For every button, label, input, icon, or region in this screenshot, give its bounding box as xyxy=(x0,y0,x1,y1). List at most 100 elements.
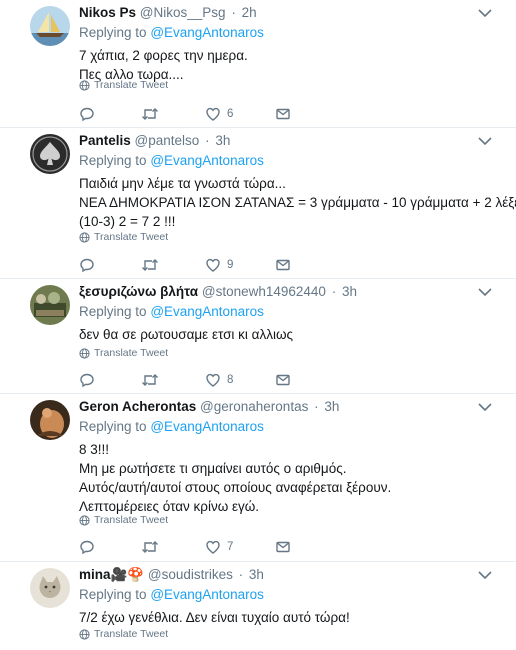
tweet-text: Παιδιά μην λέμε τα γνωστά τώρα... ΝΕΑ ΔΗΜ… xyxy=(79,174,516,231)
reply-button[interactable] xyxy=(79,257,95,273)
avatar[interactable] xyxy=(30,400,70,440)
message-button[interactable] xyxy=(275,257,291,273)
timestamp[interactable]: 3h xyxy=(215,133,230,148)
tweet-actions: 9 xyxy=(79,257,319,275)
like-button[interactable]: 9 xyxy=(205,257,233,273)
retweet-button[interactable] xyxy=(141,372,159,388)
tweet-text-line: Αυτός/αυτή/αυτοί στους οποίους αναφέρετα… xyxy=(79,480,392,495)
user-name[interactable]: Pantelis xyxy=(79,133,131,148)
user-name[interactable]: Nikos Ps xyxy=(79,5,136,20)
translate-label: Translate Tweet xyxy=(94,79,169,91)
tweet-text-line: ΝΕΑ ΔΗΜΟΚΡΑΤΙΑ ΙΣΟΝ ΣΑΤΑΝΑΣ = 3 γράμματα… xyxy=(79,195,516,210)
translate-tweet-link[interactable]: Translate Tweet xyxy=(79,628,168,640)
replying-to: Replying to @EvangAntonaros xyxy=(79,587,264,602)
globe-icon xyxy=(79,231,90,243)
user-handle[interactable]: @Nikos__Psg xyxy=(140,5,226,20)
replying-to-label: Replying to xyxy=(79,304,147,319)
tweet[interactable]: ξεσυριζώνω βλήτα @stonewh14962440 · 3h R… xyxy=(0,279,516,394)
user-handle[interactable]: @pantelso xyxy=(135,133,200,148)
tweet-feed: Nikos Ps @Nikos__Psg · 2h Replying to @E… xyxy=(0,0,516,650)
user-name[interactable]: ξεσυριζώνω βλήτα xyxy=(79,284,198,299)
replying-to-label: Replying to xyxy=(79,25,147,40)
envelope-icon xyxy=(276,541,290,553)
reply-button[interactable] xyxy=(79,106,95,122)
separator-dot: · xyxy=(314,399,319,414)
translate-tweet-link[interactable]: Translate Tweet xyxy=(79,79,168,91)
replying-to: Replying to @EvangAntonaros xyxy=(79,419,264,434)
like-button[interactable]: 8 xyxy=(205,372,233,388)
reply-mention-link[interactable]: @EvangAntonaros xyxy=(150,587,264,602)
tweet-text-line: Μη με ρωτήσετε τι σημαίνει αυτός ο αριθμ… xyxy=(79,461,347,476)
avatar[interactable] xyxy=(30,285,70,325)
translate-label: Translate Tweet xyxy=(94,628,169,640)
like-button[interactable]: 6 xyxy=(205,106,233,122)
reply-icon xyxy=(80,540,94,555)
reply-mention-link[interactable]: @EvangAntonaros xyxy=(150,25,264,40)
translate-tweet-link[interactable]: Translate Tweet xyxy=(79,231,168,243)
retweet-button[interactable] xyxy=(141,539,159,555)
tweet-text-line: 7 χάπια, 2 φορες την ημερα. xyxy=(79,48,248,63)
translate-label: Translate Tweet xyxy=(94,514,169,526)
translate-label: Translate Tweet xyxy=(94,347,169,359)
tweet[interactable]: Geron Acherontas @geronaherontas · 3h Re… xyxy=(0,394,516,562)
avatar[interactable] xyxy=(30,134,70,174)
chevron-down-icon[interactable] xyxy=(478,136,492,146)
user-handle[interactable]: @geronaherontas xyxy=(200,399,308,414)
chevron-down-icon[interactable] xyxy=(478,8,492,18)
retweet-button[interactable] xyxy=(141,106,159,122)
translate-tweet-link[interactable]: Translate Tweet xyxy=(79,514,168,526)
replying-to: Replying to @EvangAntonaros xyxy=(79,25,264,40)
tweet-actions: 7 xyxy=(79,539,319,557)
globe-icon xyxy=(79,79,90,91)
timestamp[interactable]: 2h xyxy=(242,5,257,20)
timestamp[interactable]: 3h xyxy=(342,284,357,299)
reply-button[interactable] xyxy=(79,372,95,388)
retweet-button[interactable] xyxy=(141,257,159,273)
separator-dot: · xyxy=(205,133,210,148)
tweet-text-line: δεν θα σε ρωτουσαμε ετσι κι αλλιως xyxy=(79,327,294,342)
tweet-actions: 6 xyxy=(79,106,319,124)
separator-dot: · xyxy=(238,567,244,582)
chevron-down-icon[interactable] xyxy=(478,570,492,580)
tweet[interactable]: mina🎥🍄 @soudistrikes · 3h Replying to @E… xyxy=(0,562,516,650)
like-button[interactable]: 7 xyxy=(205,539,233,555)
heart-icon xyxy=(206,107,220,121)
globe-icon xyxy=(79,628,90,640)
tweet[interactable]: Pantelis @pantelso · 3h Replying to @Eva… xyxy=(0,128,516,279)
globe-icon xyxy=(79,514,90,526)
tweet[interactable]: Nikos Ps @Nikos__Psg · 2h Replying to @E… xyxy=(0,0,516,128)
reply-mention-link[interactable]: @EvangAntonaros xyxy=(150,419,264,434)
spade-icon xyxy=(30,134,70,174)
replying-to: Replying to @EvangAntonaros xyxy=(79,153,264,168)
reply-icon xyxy=(80,373,94,388)
replying-to: Replying to @EvangAntonaros xyxy=(79,304,264,319)
like-count: 9 xyxy=(227,259,234,271)
timestamp[interactable]: 3h xyxy=(249,567,264,582)
translate-tweet-link[interactable]: Translate Tweet xyxy=(79,347,168,359)
tweet-text-line: (10-3) 2 = 7 2 !!! xyxy=(79,214,176,229)
photo-icon xyxy=(30,285,70,325)
retweet-icon xyxy=(142,259,158,271)
timestamp[interactable]: 3h xyxy=(324,399,339,414)
message-button[interactable] xyxy=(275,372,291,388)
tweet-text: δεν θα σε ρωτουσαμε ετσι κι αλλιως xyxy=(79,325,293,344)
chevron-down-icon[interactable] xyxy=(478,402,492,412)
avatar[interactable] xyxy=(30,568,70,608)
reply-mention-link[interactable]: @EvangAntonaros xyxy=(150,304,264,319)
chevron-down-icon[interactable] xyxy=(478,287,492,297)
painting-icon xyxy=(30,400,70,440)
replying-to-label: Replying to xyxy=(79,587,147,602)
reply-button[interactable] xyxy=(79,539,95,555)
user-handle[interactable]: @stonewh14962440 xyxy=(202,284,326,299)
like-count: 8 xyxy=(227,374,234,386)
user-handle[interactable]: @soudistrikes xyxy=(148,567,233,582)
user-name[interactable]: mina🎥🍄 xyxy=(79,567,144,582)
heart-icon xyxy=(206,258,220,272)
message-button[interactable] xyxy=(275,106,291,122)
user-name[interactable]: Geron Acherontas xyxy=(79,399,196,414)
tweet-text: 7/2 έχω γενέθλια. Δεν είναι τυχαίο αυτό … xyxy=(79,608,350,627)
message-button[interactable] xyxy=(275,539,291,555)
reply-icon xyxy=(80,258,94,273)
reply-mention-link[interactable]: @EvangAntonaros xyxy=(150,153,264,168)
avatar[interactable] xyxy=(30,6,70,46)
